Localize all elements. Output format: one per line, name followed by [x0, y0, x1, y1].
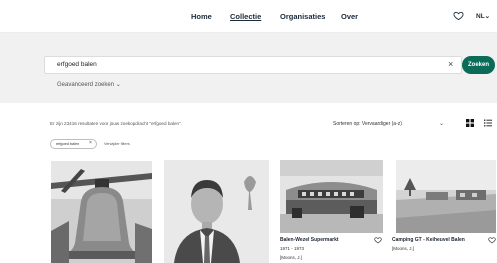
nav-collectie[interactable]: Collectie	[230, 12, 261, 21]
result-card-image[interactable]	[164, 160, 269, 263]
camping-photo-icon	[396, 160, 496, 233]
heart-icon[interactable]	[374, 236, 382, 244]
nav-organisaties[interactable]: Organisaties	[280, 12, 325, 21]
search-input[interactable]	[44, 56, 462, 74]
card-title[interactable]: Balen-Wezel Supermarkt	[280, 237, 339, 243]
close-icon[interactable]: ×	[89, 140, 92, 146]
top-navbar: Home Collectie Organisaties Over NL⌄	[0, 0, 497, 33]
nav-home[interactable]: Home	[191, 12, 212, 21]
language-selector[interactable]: NL⌄	[476, 12, 490, 20]
active-filter-label: erfgoed balen	[56, 142, 80, 146]
language-code: NL	[476, 13, 485, 20]
heart-icon[interactable]	[453, 10, 464, 21]
portrait-photo-icon	[164, 160, 269, 263]
sort-select[interactable]: Sorteren op: Vervaardiger (a-z)	[333, 121, 402, 127]
chevron-down-icon: ⌄	[484, 13, 491, 20]
card-creator: [Moons, J.]	[392, 246, 415, 251]
list-view-icon[interactable]	[484, 119, 492, 127]
chevron-down-icon[interactable]: ⌄	[439, 120, 444, 127]
advanced-search-toggle[interactable]: Geavanceerd zoeken ⌄	[57, 81, 121, 88]
results-count: Er zijn 23416 resultaten voor jouw zoeko…	[50, 121, 182, 126]
card-date: 1971 - 1973	[280, 246, 305, 251]
close-icon[interactable]: ×	[448, 60, 453, 69]
search-input-value[interactable]: erfgoed balen	[57, 61, 97, 68]
search-button[interactable]: Zoeken	[462, 56, 495, 74]
supermarket-photo-icon	[280, 160, 383, 233]
nav-over[interactable]: Over	[341, 12, 358, 21]
bell-photo-icon	[51, 161, 152, 263]
result-card-image[interactable]	[396, 160, 496, 233]
remove-filters-link[interactable]: Verwijder filters	[104, 142, 130, 146]
result-card-image[interactable]	[280, 160, 383, 233]
card-creator: [Moons, J.]	[280, 255, 303, 260]
result-card-image[interactable]	[51, 161, 152, 263]
card-title[interactable]: Camping GT - Keiheuvel Balen	[392, 237, 465, 243]
grid-view-icon[interactable]	[466, 119, 474, 127]
heart-icon[interactable]	[488, 236, 496, 244]
